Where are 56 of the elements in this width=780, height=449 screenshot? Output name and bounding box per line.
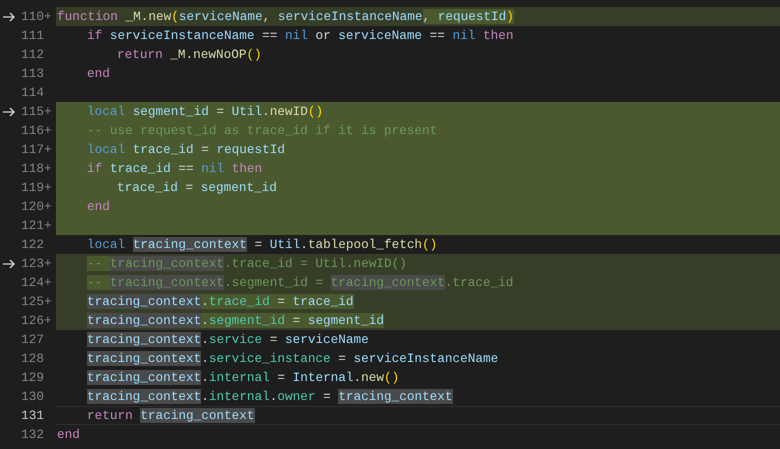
code-line: tracing_context.service_instance = serviceInstanceName xyxy=(87,350,498,368)
diff-marker: + xyxy=(44,140,52,159)
diff-marker: + xyxy=(44,198,52,216)
diff-marker: + xyxy=(44,160,52,178)
diff-marker: + xyxy=(44,8,52,26)
code-line: end xyxy=(87,65,110,83)
line-number: 117 xyxy=(21,140,44,159)
line-number: 115 xyxy=(21,102,44,121)
code-line: return tracing_context xyxy=(87,407,255,425)
line-number: 118 xyxy=(21,160,44,178)
line-number: 125 xyxy=(21,292,44,311)
diff-marker: + xyxy=(44,292,52,311)
code-line: if serviceInstanceName == nil or serviceName == nil then xyxy=(87,27,514,45)
line-number: 116 xyxy=(21,122,44,140)
code-line: function _M.new(serviceName, serviceInstanceName, requestId) xyxy=(57,8,514,26)
diff-marker: + xyxy=(44,178,52,197)
code-line: local trace_id = requestId xyxy=(87,141,285,159)
line-number: 132 xyxy=(21,426,44,444)
diff-marker: + xyxy=(44,216,52,235)
line-number: 126 xyxy=(21,312,44,330)
line-number: 123 xyxy=(21,254,44,273)
code-line: trace_id = segment_id xyxy=(117,179,277,197)
code-line: local segment_id = Util.newID() xyxy=(87,103,324,121)
code-line: -- use request_id as trace_id if it is present xyxy=(87,122,438,140)
code-line: return _M.newNoOP() xyxy=(117,46,262,64)
code-line: -- tracing_context.segment_id = tracing_context.trace_id xyxy=(87,274,514,292)
line-number: 114 xyxy=(21,84,44,102)
line-number: 119 xyxy=(21,178,44,197)
code-line: end xyxy=(87,198,110,216)
diff-marker: + xyxy=(44,312,52,330)
diff-marker: + xyxy=(44,274,52,292)
code-line: tracing_context.internal = Internal.new() xyxy=(87,369,400,387)
code-line: local tracing_context = Util.tablepool_fetch() xyxy=(87,236,438,254)
line-number: 111 xyxy=(21,26,44,45)
line-number: 121 xyxy=(21,216,44,235)
code-line: tracing_context.segment_id = segment_id xyxy=(87,312,384,330)
code-line: tracing_context.internal.owner = tracing_context xyxy=(87,388,453,406)
diff-marker: + xyxy=(44,102,52,121)
line-number: 130 xyxy=(21,388,44,406)
line-number: 122 xyxy=(21,236,44,254)
line-number: 120 xyxy=(21,198,44,216)
line-number: 129 xyxy=(21,368,44,387)
code-line: if trace_id == nil then xyxy=(87,160,262,178)
line-number: 110 xyxy=(21,8,44,26)
line-number: 112 xyxy=(21,46,44,64)
line-number: 128 xyxy=(21,350,44,368)
code-line: tracing_context.trace_id = trace_id xyxy=(87,293,354,311)
diff-marker: + xyxy=(44,254,52,273)
line-number: 131 xyxy=(21,406,44,425)
code-line: -- tracing_context.trace_id = Util.newID() xyxy=(87,255,407,273)
diff-marker: + xyxy=(44,122,52,140)
line-number: 127 xyxy=(21,330,44,349)
line-number: 124 xyxy=(21,274,44,292)
code-line: end xyxy=(57,426,80,444)
line-number: 113 xyxy=(21,64,44,83)
code-line: tracing_context.service = serviceName xyxy=(87,331,369,349)
